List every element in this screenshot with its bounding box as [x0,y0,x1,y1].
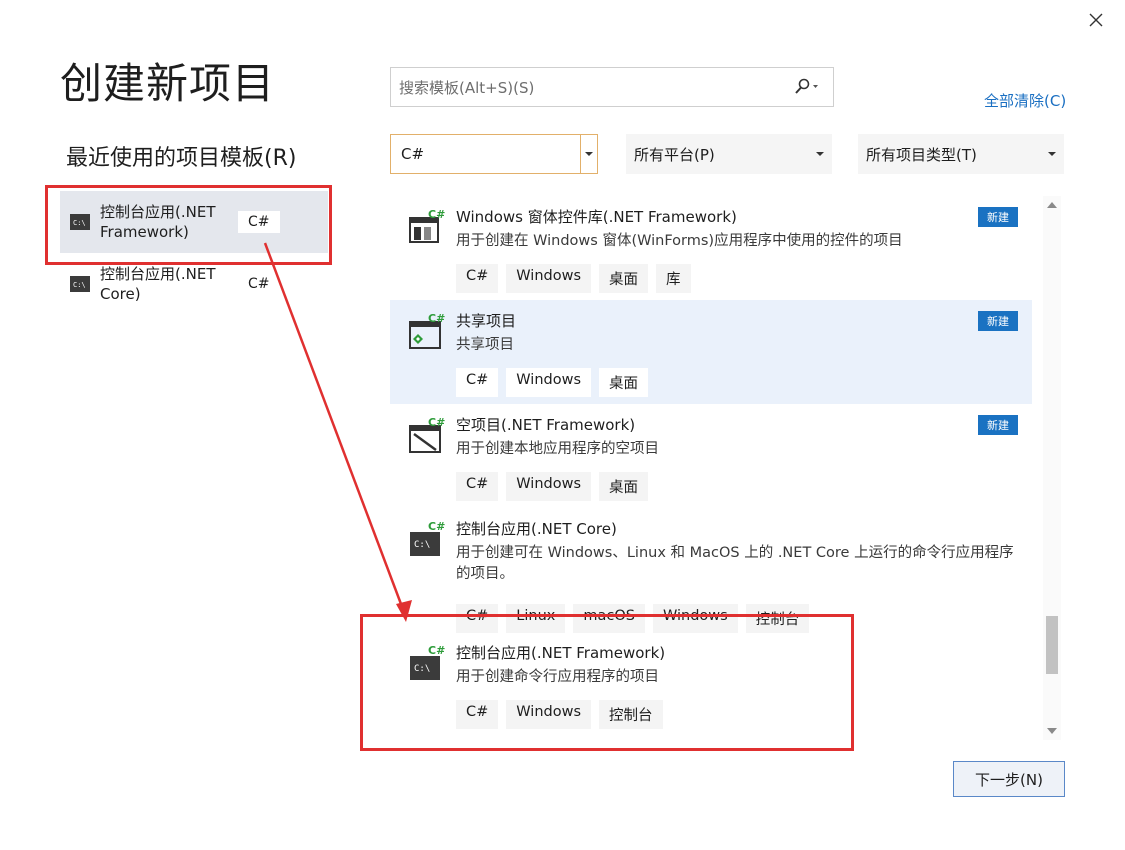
template-tag: 桌面 [599,368,649,397]
new-badge: 新建 [978,415,1018,435]
recent-templates-heading: 最近使用的项目模板(R) [66,146,297,171]
template-tags: C# Windows 桌面 [456,472,649,501]
template-tag: 桌面 [599,264,649,293]
template-tag: C# [456,472,499,501]
template-tag: Windows [506,368,592,397]
annotation-box-template [360,614,854,751]
console-app-icon: C:\ [70,276,90,292]
template-tag: Windows [506,264,592,293]
winforms-control-library-icon: C# [409,208,445,243]
template-item[interactable]: C# Windows 窗体控件库(.NET Framework) 用于创建在 W… [390,196,1032,300]
template-name: 控制台应用(.NET Core) [456,520,617,538]
recent-template-name: 控制台应用(.NET Core) [100,265,216,303]
shared-project-icon: C# [409,312,445,349]
template-tag: C# [456,368,499,397]
template-item[interactable]: C# 空项目(.NET Framework) 用于创建本地应用程序的空项目 C#… [390,404,1032,508]
svg-text:C#: C# [428,208,445,221]
template-tags: C# Windows 桌面 [456,368,649,397]
chevron-down-icon [816,152,824,156]
empty-project-icon: C# [409,416,445,453]
new-badge: 新建 [978,311,1018,331]
clear-all-link[interactable]: 全部清除(C) [984,90,1066,111]
svg-text:C:\: C:\ [414,540,430,550]
scroll-down-icon[interactable] [1047,728,1057,734]
recent-template-tag: C# [248,276,270,292]
template-name: Windows 窗体控件库(.NET Framework) [456,208,737,226]
language-filter-select[interactable]: C# [390,134,598,174]
close-icon [1089,13,1103,27]
template-name: 共享项目 [456,312,517,330]
chevron-down-icon[interactable] [580,135,597,173]
platform-filter-value: 所有平台(P) [634,145,715,164]
template-tag: 桌面 [599,472,649,501]
svg-text:C#: C# [428,312,445,325]
close-button[interactable] [1084,8,1108,32]
next-button[interactable]: 下一步(N) [953,761,1065,797]
svg-text:C:\: C:\ [73,281,86,289]
template-list-scrollbar[interactable] [1043,196,1061,740]
template-tag: 库 [656,264,691,293]
template-tags: C# Windows 桌面 库 [456,264,691,293]
scroll-up-icon[interactable] [1047,202,1057,208]
scroll-thumb[interactable] [1046,616,1058,674]
search-box[interactable] [390,67,834,107]
console-app-icon: C:\ C# [410,520,445,556]
template-description: 用于创建本地应用程序的空项目 [456,441,659,457]
new-badge: 新建 [978,207,1018,227]
chevron-down-icon [1048,152,1056,156]
language-filter-value: C# [401,145,425,163]
svg-text:C#: C# [428,520,445,533]
template-tag: C# [456,264,499,293]
search-input[interactable] [397,76,791,100]
search-icon[interactable] [793,78,819,100]
template-name: 空项目(.NET Framework) [456,416,636,434]
template-item[interactable]: C# 共享项目 共享项目 C# Windows 桌面 新建 [390,300,1032,404]
project-type-filter-value: 所有项目类型(T) [866,145,977,164]
svg-text:C#: C# [428,416,445,429]
template-description: 共享项目 [456,337,514,353]
template-description: 用于创建可在 Windows、Linux 和 MacOS 上的 .NET Cor… [456,545,1014,582]
template-description: 用于创建在 Windows 窗体(WinForms)应用程序中使用的控件的项目 [456,233,903,249]
annotation-box-recent [45,185,332,265]
project-type-filter-select[interactable]: 所有项目类型(T) [858,134,1064,174]
page-title: 创建新项目 [60,59,276,108]
template-tag: Windows [506,472,592,501]
platform-filter-select[interactable]: 所有平台(P) [626,134,832,174]
